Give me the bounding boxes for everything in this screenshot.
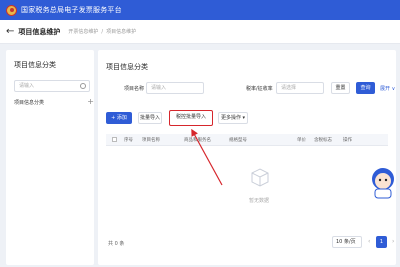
column-header: 含税标志	[314, 137, 332, 143]
select-all-checkbox[interactable]	[112, 137, 117, 142]
category-panel: 项目信息分类 请输入 项目信息分类 +	[6, 50, 94, 265]
add-button[interactable]: + 添加	[106, 112, 132, 124]
column-header: 操作	[343, 137, 352, 143]
search-icon[interactable]	[80, 83, 86, 89]
project-info-panel: 项目信息分类 项目名称 请输入 税率/征收率 请选择 重置 查询 展开 ∨ + …	[98, 50, 396, 265]
reset-button[interactable]: 重置	[331, 82, 350, 94]
add-category-icon[interactable]: +	[87, 97, 94, 106]
page-title: 项目信息维护	[18, 27, 61, 36]
current-page-button[interactable]: 1	[376, 236, 387, 248]
category-search-input[interactable]: 请输入	[14, 80, 90, 92]
input-placeholder: 请输入	[151, 85, 167, 91]
query-button[interactable]: 查询	[356, 82, 375, 94]
batch-import-button[interactable]: 批量导入	[138, 112, 162, 124]
tree-item-project-category[interactable]: 项目信息分类 +	[14, 97, 94, 106]
select-placeholder: 请选择	[281, 85, 297, 91]
project-name-label: 项目名称	[124, 86, 145, 92]
next-page-button[interactable]: ›	[392, 238, 394, 245]
column-header: 单价	[297, 137, 306, 143]
empty-state-text: 暂无数据	[248, 198, 269, 204]
tax-rate-label: 税率/征收率	[246, 86, 273, 92]
category-panel-title: 项目信息分类	[14, 61, 56, 69]
table-header: 序号 项目名称 商品和服务名 规格型号 单价 含税标志 操作	[106, 134, 388, 146]
prev-page-button[interactable]: ‹	[368, 238, 370, 245]
tax-emblem-icon	[6, 4, 17, 16]
top-header-bar: 国家税务总局电子发票服务平台	[0, 0, 400, 20]
tree-item-label: 项目信息分类	[14, 100, 45, 106]
pagination-bar: 共 0 条 10 条/页 ‹ 1 ›	[106, 236, 394, 252]
more-actions-button[interactable]: 更多操作 ▾	[218, 112, 248, 124]
column-header: 商品和服务名	[184, 137, 211, 143]
breadcrumb: 开票信息维护 / 项目信息维护	[68, 29, 137, 35]
main-panel-title: 项目信息分类	[106, 63, 148, 71]
tax-rate-select[interactable]: 请选择	[276, 82, 324, 94]
expand-filters-link[interactable]: 展开 ∨	[380, 85, 395, 92]
total-count: 共 0 条	[108, 241, 125, 247]
app-title: 国家税务总局电子发票服务平台	[21, 6, 122, 14]
empty-box-icon	[251, 168, 269, 187]
page-subheader: ← 项目信息维护 开票信息维护 / 项目信息维护	[0, 20, 400, 44]
column-header: 项目名称	[142, 137, 160, 143]
project-name-input[interactable]: 请输入	[146, 82, 204, 94]
assistant-mascot-icon[interactable]	[368, 166, 398, 200]
tax-control-batch-import-button[interactable]: 税控批量导入	[169, 110, 213, 126]
breadcrumb-item[interactable]: 开票信息维护	[68, 29, 98, 35]
back-arrow-icon[interactable]: ←	[6, 26, 14, 37]
column-header: 序号	[124, 137, 133, 143]
page-size-select[interactable]: 10 条/页	[332, 236, 362, 248]
search-placeholder: 请输入	[19, 83, 35, 89]
breadcrumb-item: 项目信息维护	[106, 29, 137, 35]
column-header: 规格型号	[229, 137, 247, 143]
